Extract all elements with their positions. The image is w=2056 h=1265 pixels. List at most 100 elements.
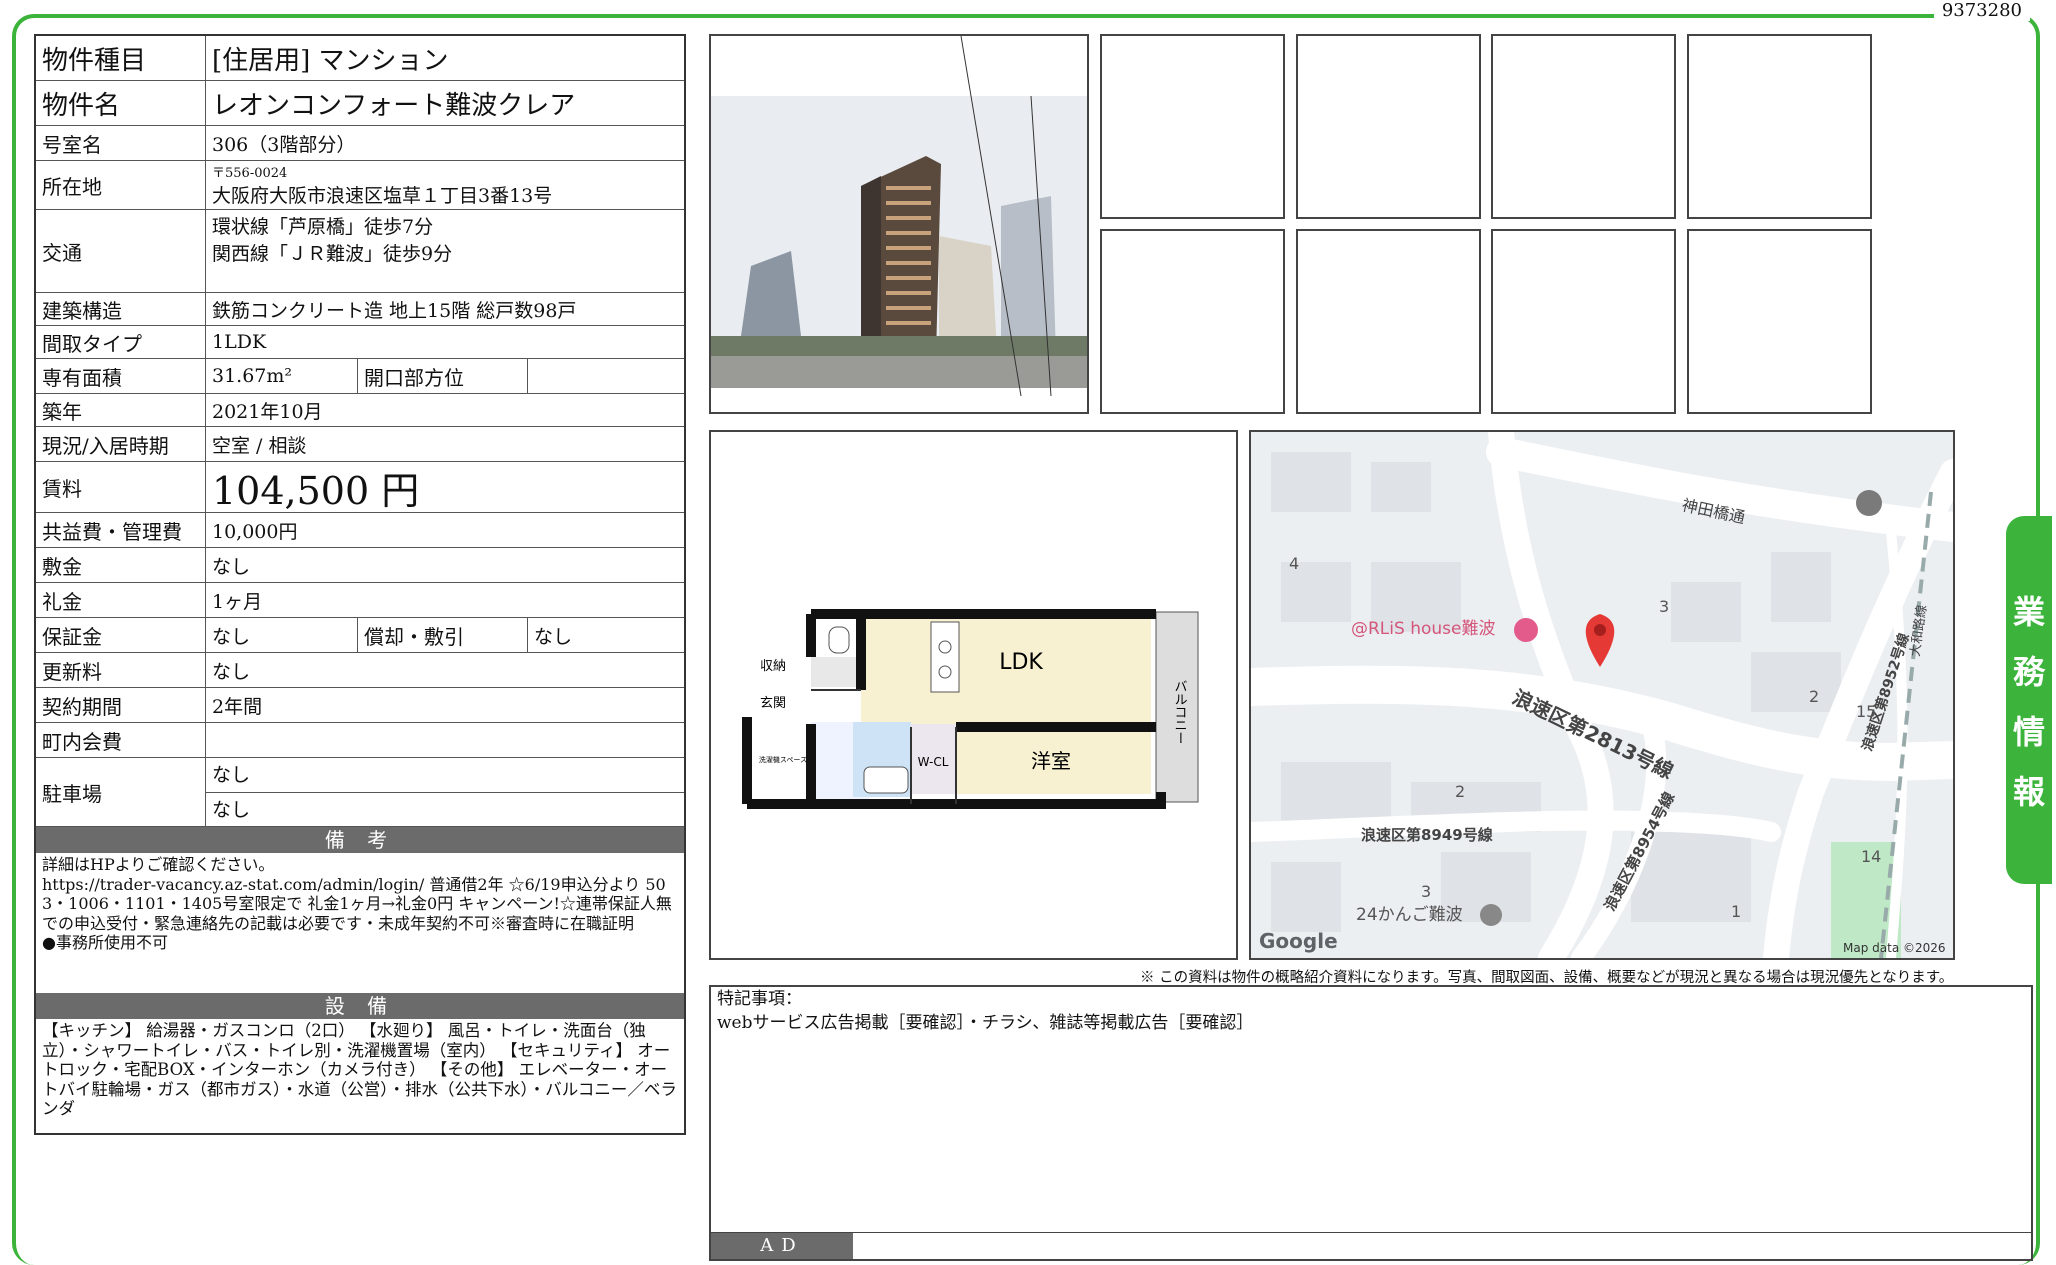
remarks-line: 詳細はHPよりご確認ください。 bbox=[42, 855, 275, 874]
map-block-number: 15 bbox=[1856, 702, 1876, 721]
label-name: 物件名 bbox=[36, 81, 206, 125]
map-block-number: 14 bbox=[1861, 847, 1881, 866]
google-logo: Google bbox=[1259, 929, 1338, 953]
value-amortization: なし bbox=[534, 625, 573, 648]
label-address: 所在地 bbox=[36, 161, 206, 209]
remarks-header: 備 考 bbox=[36, 827, 684, 853]
map-block-number: 2 bbox=[1809, 687, 1819, 706]
side-tab-char: 業 bbox=[2012, 593, 2045, 631]
photo-slot[interactable] bbox=[1296, 229, 1481, 414]
photo-slot[interactable] bbox=[1100, 34, 1285, 219]
business-info-tab[interactable]: 業 務 情 報 bbox=[2006, 516, 2052, 884]
row-address: 所在地 〒556-0024 大阪府大阪市浪速区塩草１丁目3番13号 bbox=[36, 161, 684, 210]
value-access: 環状線「芦原橋」徒歩7分 関西線「ＪＲ難波」徒歩9分 bbox=[206, 210, 684, 292]
row-parking: 駐車場 なし なし bbox=[36, 758, 684, 827]
photo-slot[interactable] bbox=[1491, 229, 1676, 414]
map-road-label: 浪速区第8949号線 bbox=[1361, 826, 1493, 844]
label-type: 物件種目 bbox=[36, 36, 206, 80]
room-label-entrance: 玄関 bbox=[760, 696, 786, 711]
value-community bbox=[206, 723, 684, 757]
label-guarantee: 保証金 bbox=[36, 618, 206, 652]
remarks-line: ●事務所使用不可 bbox=[42, 933, 168, 952]
postal-code: 〒556-0024 bbox=[212, 166, 288, 181]
map-attribution: Map data ©2026 bbox=[1843, 941, 1946, 955]
side-tab-char: 報 bbox=[2012, 773, 2045, 811]
label-built: 築年 bbox=[36, 394, 206, 426]
remarks-body: 詳細はHPよりご確認ください。 https://trader-vacancy.a… bbox=[36, 853, 684, 993]
row-term: 契約期間 2年間 bbox=[36, 688, 684, 723]
access-line: 環状線「芦原橋」徒歩7分 bbox=[212, 216, 434, 238]
photo-slot[interactable] bbox=[1687, 34, 1872, 219]
row-renewal: 更新料 なし bbox=[36, 653, 684, 688]
row-deposit: 敷金 なし bbox=[36, 548, 684, 583]
map-block-number: 1 bbox=[1731, 902, 1741, 921]
value-guarantee: なし bbox=[206, 618, 358, 652]
photo-slot[interactable] bbox=[1296, 34, 1481, 219]
address-text: 大阪府大阪市浪速区塩草１丁目3番13号 bbox=[212, 185, 553, 207]
special-notes-box: 特記事項： webサービス広告掲載［要確認］・チラシ、雑誌等掲載広告［要確認］ … bbox=[709, 985, 2033, 1261]
label-area: 専有面積 bbox=[36, 359, 206, 393]
label-renewal: 更新料 bbox=[36, 653, 206, 687]
value-parking: なし bbox=[212, 798, 251, 821]
label-access: 交通 bbox=[36, 210, 206, 292]
map-poi-label: 24かんご難波 bbox=[1356, 905, 1463, 925]
special-notes-title: 特記事項： bbox=[717, 989, 802, 1009]
room-label-ldk: LDK bbox=[999, 650, 1043, 675]
label-amortization: 償却・敷引 bbox=[358, 618, 528, 652]
label-structure: 建築構造 bbox=[36, 293, 206, 325]
room-label-wcl: W-CL bbox=[918, 755, 949, 769]
photo-slot[interactable] bbox=[1491, 34, 1676, 219]
building-photo[interactable] bbox=[709, 34, 1089, 414]
special-notes-text: webサービス広告掲載［要確認］・チラシ、雑誌等掲載広告［要確認］ bbox=[717, 1013, 1254, 1033]
row-area: 専有面積 31.67m² 開口部方位 bbox=[36, 359, 684, 394]
row-name: 物件名 レオンコンフォート難波クレア bbox=[36, 81, 684, 126]
map-block-number: 2 bbox=[1455, 782, 1465, 801]
value-room: 306（3階部分） bbox=[212, 133, 356, 156]
equipment-header: 設 備 bbox=[36, 993, 684, 1019]
ad-bar: AD bbox=[711, 1232, 2031, 1259]
room-label-storage: 収納 bbox=[760, 659, 786, 674]
value-fee: 10,000円 bbox=[212, 520, 298, 543]
location-map[interactable]: 神田橋通 浪速区第2813号線 浪速区第8949号線 浪速区第8954号線 浪速… bbox=[1249, 430, 1955, 960]
row-rent: 賃料 104,500 円 bbox=[36, 462, 684, 513]
value-renewal: なし bbox=[212, 660, 251, 683]
ad-value bbox=[853, 1233, 2031, 1259]
label-term: 契約期間 bbox=[36, 688, 206, 722]
map-image: 神田橋通 浪速区第2813号線 浪速区第8949号線 浪速区第8954号線 浪速… bbox=[1251, 432, 1953, 958]
value-built: 2021年10月 bbox=[212, 400, 323, 423]
access-line: 関西線「ＪＲ難波」徒歩9分 bbox=[212, 243, 453, 265]
value-type: [住居用] マンション bbox=[212, 45, 449, 76]
floor-plan[interactable]: LDK 洋室 W-CL 収納 玄関 洗濯機スペース バルコニー bbox=[709, 430, 1238, 960]
hotel-icon bbox=[1514, 618, 1538, 642]
label-fee: 共益費・管理費 bbox=[36, 513, 206, 547]
row-keymoney: 礼金 1ヶ月 bbox=[36, 583, 684, 618]
label-status: 現況/入居時期 bbox=[36, 427, 206, 461]
row-fee: 共益費・管理費 10,000円 bbox=[36, 513, 684, 548]
map-poi-label: @RLiS house難波 bbox=[1351, 619, 1495, 639]
room-label-balcony: バルコニー bbox=[1172, 680, 1188, 745]
value-direction bbox=[528, 359, 684, 393]
row-built: 築年 2021年10月 bbox=[36, 394, 684, 427]
map-block-number: 4 bbox=[1289, 554, 1299, 573]
value-name: レオンコンフォート難波クレア bbox=[212, 90, 576, 121]
floor-plan-drawing: LDK 洋室 W-CL 収納 玄関 洗濯機スペース バルコニー bbox=[742, 609, 1199, 809]
label-parking: 駐車場 bbox=[36, 758, 206, 826]
value-parking: なし bbox=[206, 758, 684, 793]
label-layout: 間取タイプ bbox=[36, 326, 206, 358]
label-deposit: 敷金 bbox=[36, 548, 206, 582]
room-label-western: 洋室 bbox=[1031, 749, 1071, 773]
map-place-icon bbox=[1480, 904, 1502, 926]
photo-slot[interactable] bbox=[1687, 229, 1872, 414]
row-layout: 間取タイプ 1LDK bbox=[36, 326, 684, 359]
row-type: 物件種目 [住居用] マンション bbox=[36, 36, 684, 81]
photo-slot[interactable] bbox=[1100, 229, 1285, 414]
value-rent: 104,500 円 bbox=[212, 468, 420, 513]
row-status: 現況/入居時期 空室 / 相談 bbox=[36, 427, 684, 462]
value-deposit: なし bbox=[212, 555, 251, 578]
value-status: 空室 / 相談 bbox=[212, 434, 307, 457]
row-community: 町内会費 bbox=[36, 723, 684, 758]
disclaimer-note: ※ この資料は物件の概略紹介資料になります。写真、間取図面、設備、概要などが現況… bbox=[1140, 970, 1954, 986]
property-table: 物件種目 [住居用] マンション 物件名 レオンコンフォート難波クレア 号室名 … bbox=[34, 34, 686, 1135]
ad-label: AD bbox=[711, 1233, 853, 1259]
map-block-number: 3 bbox=[1421, 882, 1431, 901]
